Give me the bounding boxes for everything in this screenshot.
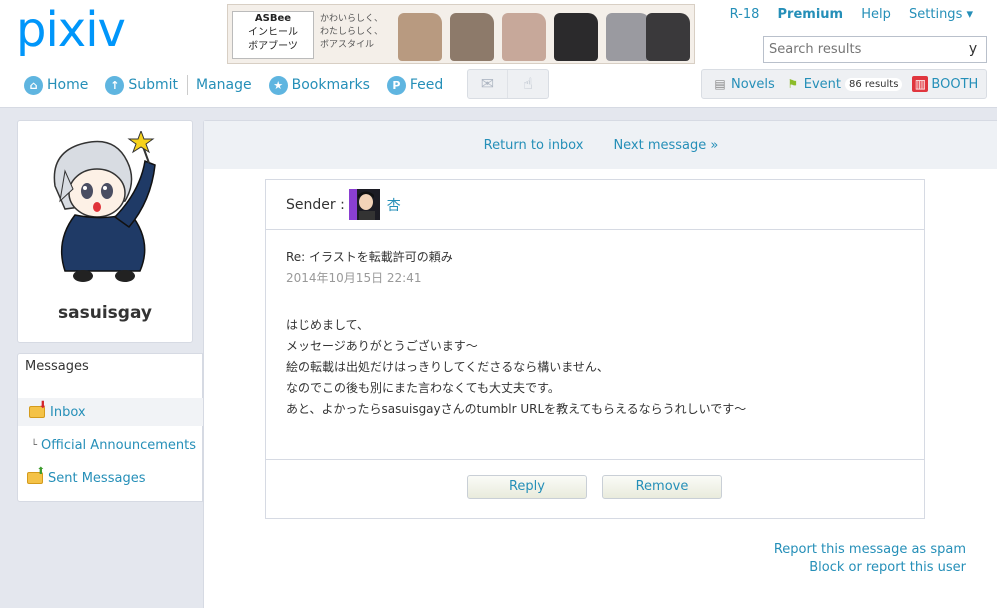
message-card: Sender : 杏 Re: イラストを転載許可の頼み 2014年10月15日 …: [265, 179, 925, 519]
message-date: 2014年10月15日 22:41: [286, 271, 422, 285]
message-line: 絵の転載は出処だけはっきりしてくださるなら構いません、: [286, 360, 609, 374]
star-icon: ★: [268, 75, 288, 95]
sidebar-item-sent-messages[interactable]: ⬆ Sent Messages: [18, 464, 204, 492]
booth-link[interactable]: ▥ BOOTH: [912, 76, 978, 92]
search-input[interactable]: [764, 37, 960, 62]
remove-button[interactable]: Remove: [602, 475, 722, 499]
report-links: Report this message as spam Block or rep…: [774, 541, 966, 577]
inbox-folder-icon: ⬇: [29, 400, 47, 418]
poke-icon[interactable]: ☝: [508, 70, 548, 98]
nav-bookmarks[interactable]: ★ Bookmarks: [268, 75, 370, 95]
help-link[interactable]: Help: [861, 7, 891, 22]
profile-card: sasuisgay: [17, 120, 193, 343]
premium-link[interactable]: Premium: [778, 7, 844, 22]
message-nav: Return to inbox Next message »: [204, 121, 997, 169]
message-line: メッセージありがとうございます〜: [286, 339, 478, 353]
booth-icon: ▥: [912, 76, 929, 92]
nav-home[interactable]: ⌂ Home: [24, 75, 88, 95]
banner-tagline: かわいらしく、 わたしらしく、 ボアスタイル: [320, 14, 384, 50]
return-to-inbox-link[interactable]: Return to inbox: [484, 138, 584, 153]
sender-name[interactable]: 杏: [387, 195, 401, 215]
nav-feed[interactable]: P Feed: [386, 75, 443, 95]
feed-icon: P: [386, 75, 406, 95]
nav-divider: [187, 75, 189, 95]
service-nav: ▤ Novels ⚑ Event 86 results ▥ BOOTH: [701, 69, 987, 99]
event-count-badge: 86 results: [845, 77, 903, 91]
reply-button[interactable]: Reply: [467, 475, 587, 499]
sender-label: Sender :: [286, 196, 345, 213]
sent-folder-icon: ⬆: [27, 466, 45, 484]
sender-avatar[interactable]: [348, 189, 380, 220]
nav-submit[interactable]: ↑ Submit: [105, 75, 178, 95]
message-actions: Reply Remove: [266, 459, 924, 519]
home-icon: ⌂: [24, 75, 43, 95]
upload-icon: ↑: [105, 75, 125, 95]
messages-menu: Messages ⬇ Inbox └ Official Announcement…: [17, 353, 204, 502]
boot-image: [398, 13, 442, 61]
top-links: R-18 Premium Help Settings ▾: [716, 7, 973, 22]
profile-username[interactable]: sasuisgay: [18, 303, 192, 323]
messages-title: Messages: [25, 359, 89, 374]
message-line: なのでこの後も別にまた言わなくても大丈夫です。: [286, 381, 560, 395]
mail-icon[interactable]: ✉: [468, 70, 508, 98]
nav-manage[interactable]: Manage: [196, 77, 252, 93]
main-nav: ⌂ Home ↑ Submit Manage ★ Bookmarks P Fee…: [24, 74, 460, 96]
event-link[interactable]: ⚑ Event 86 results: [785, 76, 903, 92]
site-header: pixiv ASBee インヒール ボアブーツ かわいらしく、 わたしらしく、 …: [0, 0, 997, 108]
search-box: y: [763, 36, 987, 63]
boot-image: [554, 13, 598, 61]
boot-image: [646, 13, 690, 61]
message-subject: Re: イラストを転載許可の頼み: [286, 250, 453, 264]
sender-row: Sender : 杏: [266, 180, 924, 230]
next-message-link[interactable]: Next message »: [613, 138, 718, 153]
r18-link[interactable]: R-18: [730, 7, 760, 22]
boot-image: [450, 13, 494, 61]
boot-image: [502, 13, 546, 61]
boot-image: [606, 13, 650, 61]
banner-brand: ASBee インヒール ボアブーツ: [232, 11, 314, 59]
notification-icons: ✉ ☝: [467, 69, 549, 99]
message-line: はじめまして、: [286, 318, 370, 332]
message-panel: Return to inbox Next message » Sender : …: [203, 120, 997, 608]
book-icon: ▤: [714, 77, 726, 91]
pixiv-logo[interactable]: pixiv: [16, 2, 126, 58]
report-spam-link[interactable]: Report this message as spam: [774, 541, 966, 559]
avatar[interactable]: [45, 129, 167, 291]
settings-link[interactable]: Settings ▾: [909, 7, 973, 22]
flag-icon: ⚑: [787, 77, 799, 91]
message-line: あと、よかったらsasuisgayさんのtumblr URLを教えてもらえるなら…: [286, 402, 747, 416]
block-report-link[interactable]: Block or report this user: [774, 559, 966, 577]
novels-link[interactable]: ▤ Novels: [712, 76, 774, 92]
ad-banner[interactable]: ASBee インヒール ボアブーツ かわいらしく、 わたしらしく、 ボアスタイル: [227, 4, 695, 64]
message-text: はじめまして、 メッセージありがとうございます〜 絵の転載は出処だけはっきりして…: [286, 315, 746, 420]
sidebar-item-official-announcements[interactable]: └ Official Announcements: [18, 431, 204, 459]
search-button[interactable]: y: [960, 37, 986, 62]
sidebar-item-inbox[interactable]: ⬇ Inbox: [18, 398, 204, 426]
